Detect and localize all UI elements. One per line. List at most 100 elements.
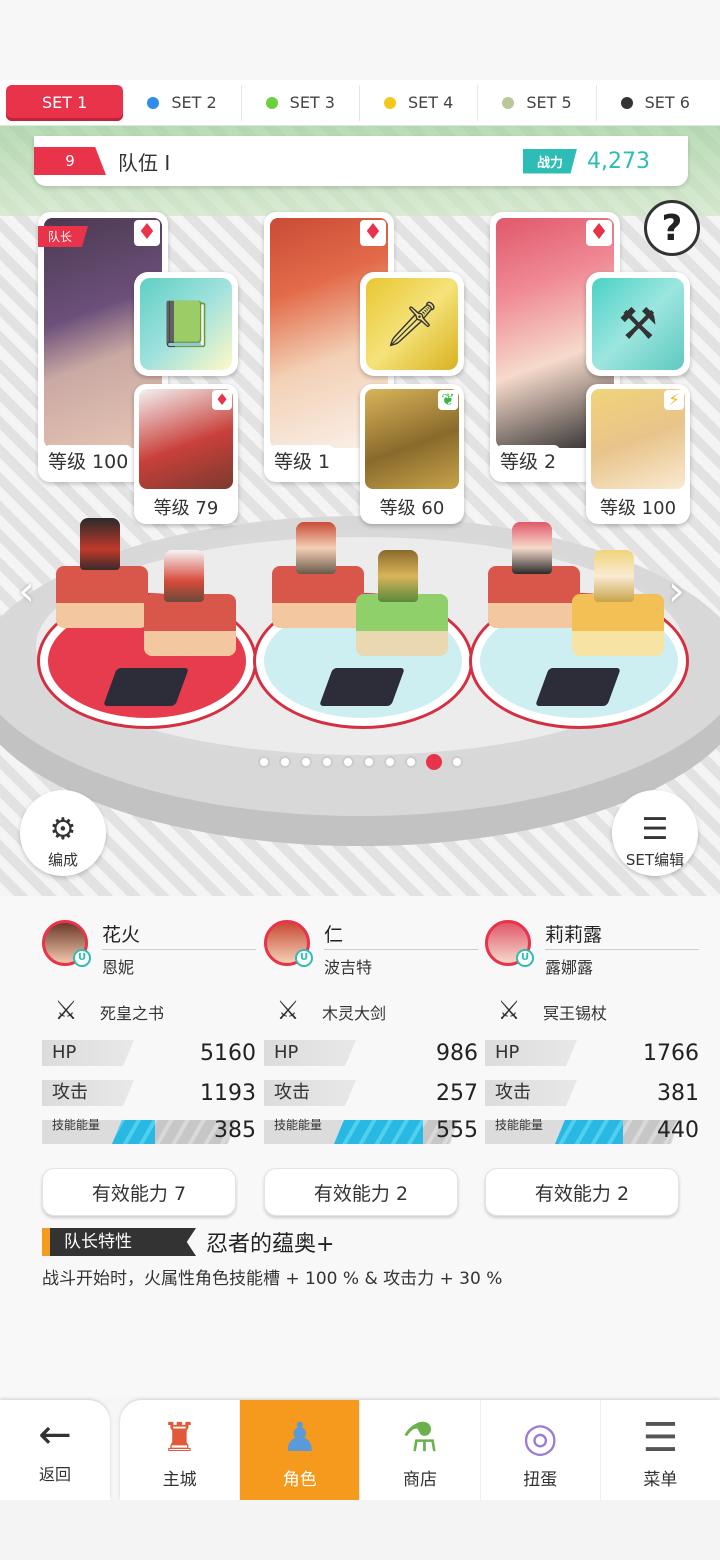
shop-icon: ⚗ xyxy=(402,1415,438,1461)
unit-sprite[interactable] xyxy=(512,522,552,574)
equipment-slot-3[interactable]: ⚒ xyxy=(586,272,690,376)
pager-dot[interactable] xyxy=(451,756,463,768)
character-column-1: U 花火 恩妮 ⚔ 死皇之书 HP 5160 攻击 1193 技能能量 385 有效… xyxy=(42,920,256,1216)
character-column-2: U 仁 波吉特 ⚔ 木灵大剑 HP 986 攻击 257 技能能量 555 有效能力… xyxy=(264,920,478,1216)
castle-icon: ♜ xyxy=(161,1415,198,1461)
weapon-name: 木灵大剑 xyxy=(322,1004,387,1023)
unit-sprite[interactable] xyxy=(80,518,120,570)
energy-label: 技能能量 xyxy=(52,1118,101,1132)
main-unit-block-3 xyxy=(488,566,580,628)
equipment-slot-2[interactable]: 🗡 xyxy=(360,272,464,376)
ability-button[interactable]: 有效能力 7 xyxy=(42,1168,236,1216)
leaf-icon: ❦ xyxy=(438,390,458,410)
sub-character-card-1[interactable]: ♦ 等级 79 xyxy=(134,384,238,524)
pager-dot-active[interactable] xyxy=(426,754,442,770)
pager-dot[interactable] xyxy=(342,756,354,768)
tab-set-3[interactable]: SET 3 xyxy=(242,84,360,121)
formation-button[interactable]: ⚙ 编成 xyxy=(20,790,106,876)
avatar[interactable]: U xyxy=(264,920,313,967)
equipment-tile xyxy=(535,668,621,706)
nav-item-castle[interactable]: ♜ 主城 xyxy=(120,1400,241,1500)
equipment-slot-1[interactable]: 📗 xyxy=(134,272,238,376)
tab-set-1[interactable]: SET 1 xyxy=(6,84,124,121)
pager-dot[interactable] xyxy=(258,756,270,768)
sub-character-card-3[interactable]: ⚡ 等级 100 xyxy=(586,384,690,524)
unit-sprite[interactable] xyxy=(378,550,418,602)
staff-icon: ⚒ xyxy=(592,278,684,370)
sub-character-level: 等级 100 xyxy=(599,498,677,519)
attack-label: 攻击 xyxy=(264,1080,356,1106)
pager-dot[interactable] xyxy=(300,756,312,768)
tab-label: SET 5 xyxy=(526,93,572,112)
ability-button[interactable]: 有效能力 2 xyxy=(485,1168,679,1216)
character-column-3: U 莉莉露 露娜露 ⚔ 冥王锡杖 HP 1766 攻击 381 技能能量 440 有… xyxy=(485,920,699,1216)
set-edit-button[interactable]: ☰ SET编辑 xyxy=(612,790,698,876)
avatar[interactable]: U xyxy=(42,920,91,967)
nav-item-gacha[interactable]: ◎ 扭蛋 xyxy=(481,1400,601,1500)
unit-sprite[interactable] xyxy=(594,550,634,602)
sub-character-card-2[interactable]: ❦ 等级 60 xyxy=(360,384,464,524)
hp-label: HP xyxy=(485,1040,577,1066)
character-name: 花火 xyxy=(102,920,256,950)
tab-set-6[interactable]: SET 6 xyxy=(597,85,714,121)
list-icon: ☰ xyxy=(641,812,669,847)
tab-set-4[interactable]: SET 4 xyxy=(360,84,479,121)
set-dot-icon xyxy=(383,96,396,109)
tab-label: SET 6 xyxy=(644,93,690,112)
next-arrow-icon[interactable]: › xyxy=(668,566,685,615)
pager-dot[interactable] xyxy=(279,756,291,768)
help-button[interactable]: ? xyxy=(644,200,700,256)
team-name[interactable]: 队伍 I xyxy=(118,147,523,176)
tab-set-5[interactable]: SET 5 xyxy=(478,84,597,121)
back-button[interactable]: ← 返回 xyxy=(0,1400,110,1500)
pager-dot[interactable] xyxy=(384,756,396,768)
nav-item-shop[interactable]: ⚗ 商店 xyxy=(360,1400,481,1500)
rarity-suit-icon: ♦ xyxy=(212,390,232,410)
weapon-icon: ⚔ xyxy=(276,996,300,1026)
tab-set-2[interactable]: SET 2 xyxy=(123,84,242,121)
weapon-icon: ⚔ xyxy=(54,996,78,1026)
attack-label: 攻击 xyxy=(485,1080,577,1106)
pager-dot[interactable] xyxy=(321,756,333,768)
ability-button[interactable]: 有效能力 2 xyxy=(264,1168,458,1216)
pager-dot[interactable] xyxy=(405,756,417,768)
lightning-icon: ⚡ xyxy=(664,390,684,410)
weapon-name: 死皇之书 xyxy=(100,1004,165,1023)
hp-value: 1766 xyxy=(643,1040,699,1066)
rarity-suit-icon: ♦ xyxy=(360,220,386,246)
character-name: 仁 xyxy=(324,920,478,950)
character-level: 等级 100 xyxy=(44,445,133,476)
team-scene: 9 队伍 I 战力 4,273 ? 队长 ♦ 等级 100 📗 ♦ 等级 79 … xyxy=(0,126,720,896)
nav-label: 扭蛋 xyxy=(523,1470,558,1490)
leader-skill-name: 忍者的蕴奥+ xyxy=(206,1232,335,1257)
equipment-tile xyxy=(319,668,405,706)
pager-dot[interactable] xyxy=(363,756,375,768)
set-dot-icon xyxy=(147,96,160,109)
nav-label: 菜单 xyxy=(643,1470,678,1490)
gacha-icon: ◎ xyxy=(522,1415,558,1461)
sub-character-name: 露娜露 xyxy=(545,958,594,977)
sword-icon: 🗡 xyxy=(366,278,458,370)
sub-unit-block-3 xyxy=(572,594,664,656)
previous-arrow-icon[interactable]: ‹ xyxy=(18,566,35,615)
set-tabs: SET 1 SET 2 SET 3 SET 4 SET 5 SET 6 xyxy=(0,80,720,126)
nav-label: 主城 xyxy=(162,1470,197,1490)
unit-sprite[interactable] xyxy=(164,550,204,602)
sub-unit-block-2 xyxy=(356,594,448,656)
nav-item-character[interactable]: ♟ 角色 xyxy=(240,1400,361,1500)
main-unit-block-1 xyxy=(56,566,148,628)
character-level: 等级 1 xyxy=(270,445,335,476)
avatar[interactable]: U xyxy=(485,920,534,967)
back-label: 返回 xyxy=(38,1465,71,1484)
unit-sprite[interactable] xyxy=(296,522,336,574)
badge-icon: U xyxy=(295,949,313,967)
status-bar-area xyxy=(0,0,720,80)
set-dot-icon xyxy=(502,96,515,109)
energy-value: 555 xyxy=(436,1118,478,1143)
team-pager xyxy=(258,754,463,770)
main-nav: ♜ 主城 ♟ 角色 ⚗ 商店 ◎ 扭蛋 ☰ 菜单 xyxy=(120,1400,720,1500)
tab-label: SET 4 xyxy=(407,93,454,112)
tab-label: SET 1 xyxy=(42,93,88,112)
badge-icon: U xyxy=(73,949,91,967)
nav-item-menu[interactable]: ☰ 菜单 xyxy=(601,1400,720,1500)
